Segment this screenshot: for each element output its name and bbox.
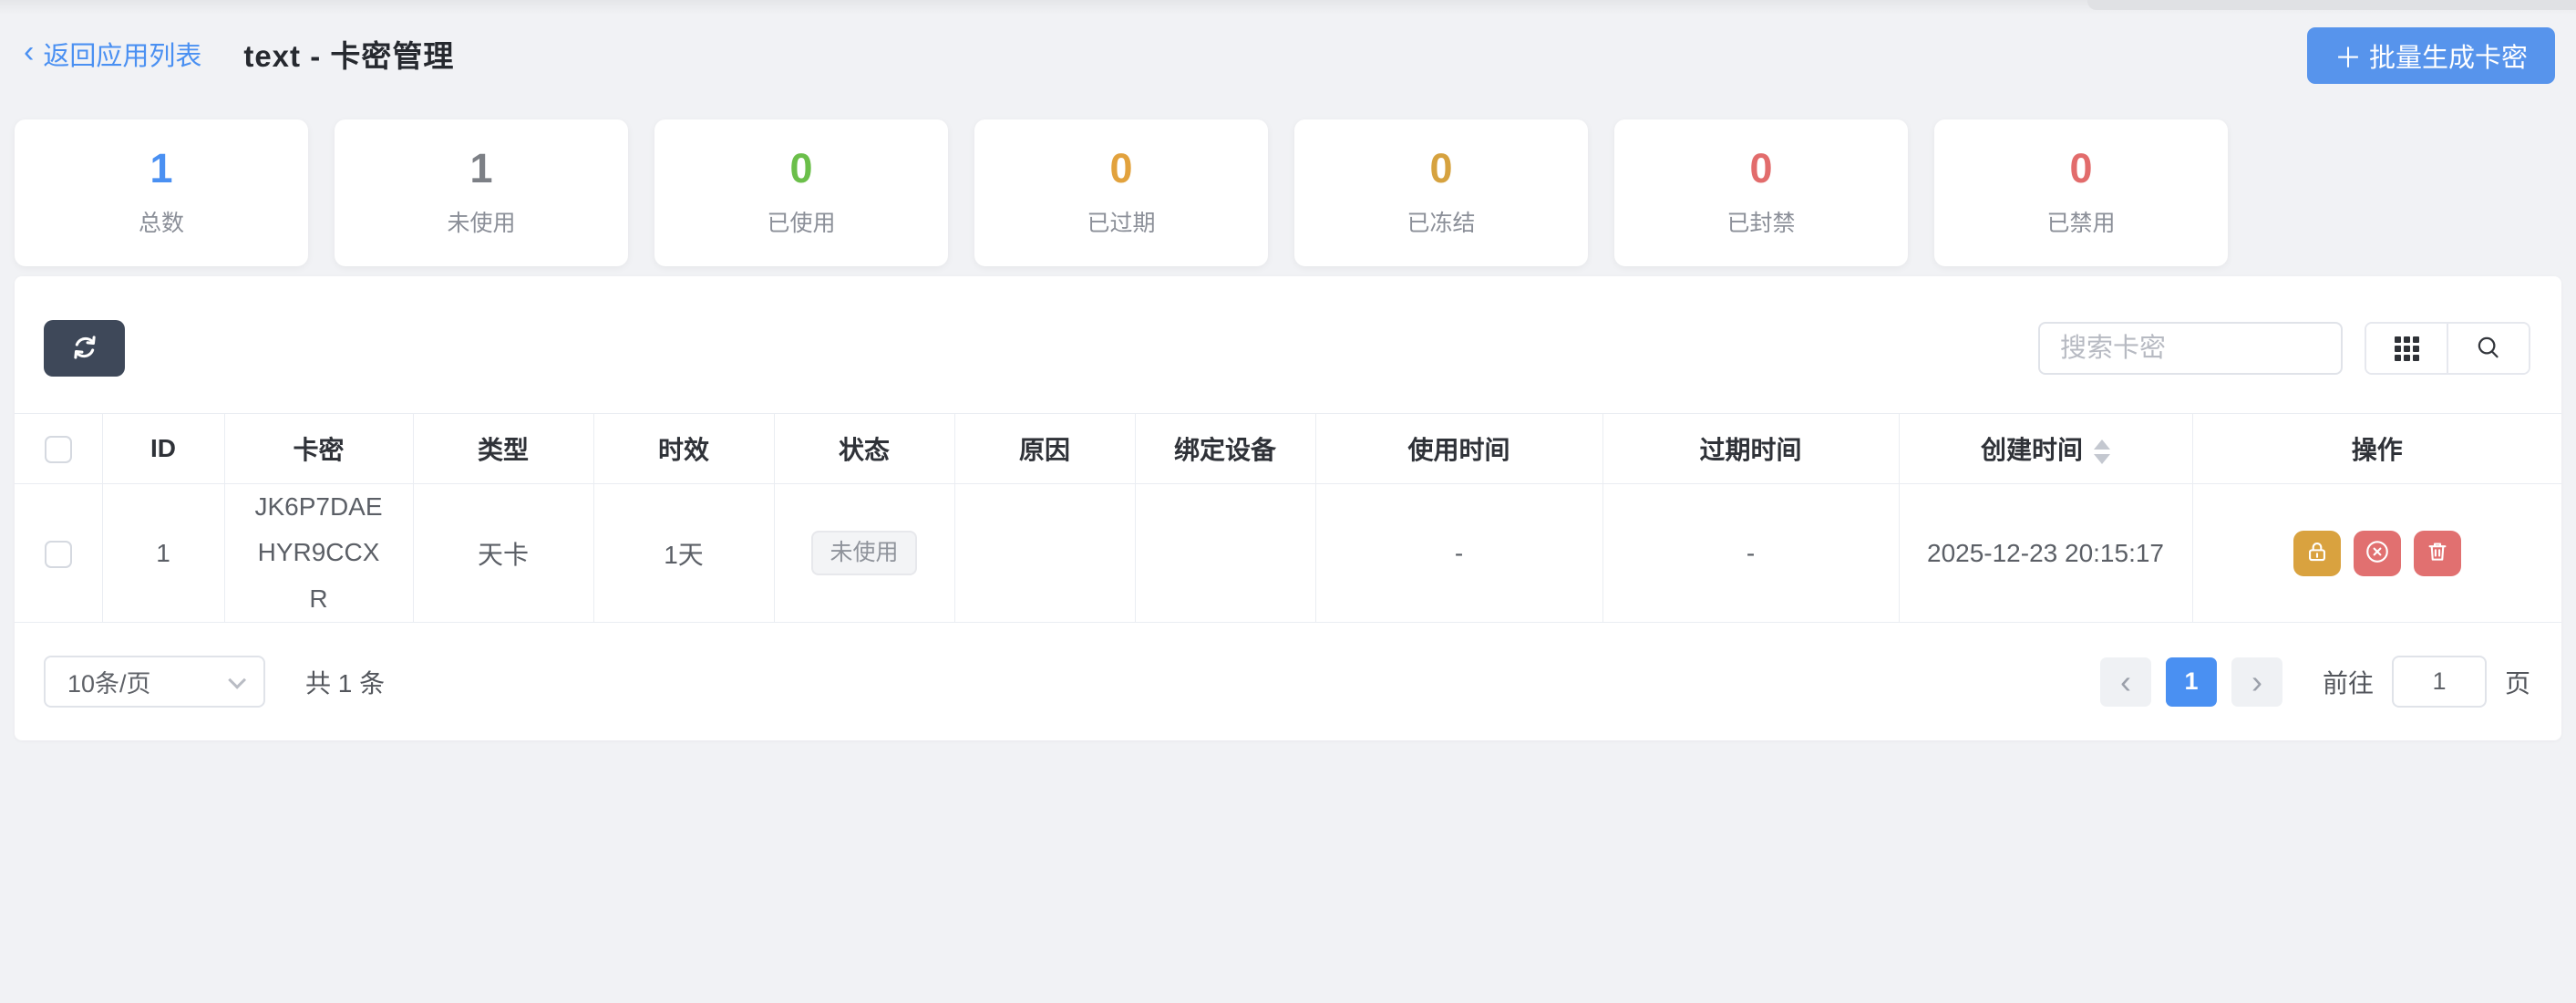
page-size-value: 10条/页 [67, 664, 151, 699]
next-page-button[interactable]: › [2231, 657, 2282, 707]
goto-page-group: 前往 页 [2323, 656, 2530, 708]
stat-label: 总数 [139, 205, 184, 238]
table-header-row: ID 卡密 类型 时效 状态 原因 绑定设备 使用时间 过期时间 创建时间 操作 [15, 414, 2561, 484]
stat-value: 0 [789, 148, 812, 189]
stat-card-banned: 0 已封禁 [1614, 119, 1908, 266]
sort-desc-icon[interactable] [2094, 454, 2110, 464]
trash-icon [2425, 539, 2450, 567]
cell-duration: 1天 [593, 484, 774, 623]
stat-value: 0 [1429, 148, 1452, 189]
batch-generate-label: 批量生成卡密 [2369, 36, 2528, 75]
status-badge: 未使用 [811, 531, 916, 575]
table-footer: 10条/页 共 1 条 ‹ 1 › 前往 页 [15, 623, 2561, 740]
header-cell-type: 类型 [413, 414, 593, 484]
refresh-icon [70, 333, 99, 365]
search-icon [2475, 334, 2502, 364]
back-link-label: 返回应用列表 [43, 35, 201, 73]
stat-card-total: 1 总数 [15, 119, 308, 266]
delete-button[interactable] [2414, 531, 2461, 576]
stat-value: 0 [1749, 148, 1772, 189]
cell-status: 未使用 [774, 484, 954, 623]
created-at-label: 创建时间 [1981, 436, 2083, 464]
pagination-controls: ‹ 1 › 前往 页 [2100, 656, 2530, 708]
stat-card-expired: 0 已过期 [974, 119, 1268, 266]
header-cell-duration: 时效 [593, 414, 774, 484]
header-cell-reason: 原因 [954, 414, 1135, 484]
cell-actions [2192, 484, 2561, 623]
header-cell-created-at[interactable]: 创建时间 [1899, 414, 2192, 484]
ban-button[interactable] [2354, 531, 2401, 576]
chevron-down-icon [228, 671, 246, 689]
cell-id: 1 [102, 484, 224, 623]
cell-device [1135, 484, 1315, 623]
column-settings-button[interactable] [2366, 324, 2447, 373]
sort-asc-icon[interactable] [2094, 439, 2110, 450]
stat-label: 已封禁 [1726, 205, 1795, 238]
cell-created-at: 2025-12-23 20:15:17 [1899, 484, 2192, 623]
stat-card-disabled: 0 已禁用 [1934, 119, 2228, 266]
batch-generate-button[interactable]: ＋ 批量生成卡密 [2307, 27, 2555, 84]
back-to-app-list-link[interactable]: ‹ 返回应用列表 [24, 35, 201, 73]
row-checkbox[interactable] [45, 541, 72, 568]
plus-icon: ＋ [2334, 36, 2362, 76]
cell-reason [954, 484, 1135, 623]
select-all-checkbox[interactable] [45, 436, 72, 463]
row-actions [2193, 531, 2562, 576]
stat-value: 1 [149, 148, 172, 189]
stat-card-unused: 1 未使用 [335, 119, 628, 266]
header-cell-device: 绑定设备 [1135, 414, 1315, 484]
freeze-button[interactable] [2293, 531, 2341, 576]
sort-carets[interactable] [2094, 439, 2110, 464]
header-cell-status: 状态 [774, 414, 954, 484]
stat-value: 0 [2069, 148, 2092, 189]
search-input[interactable] [2038, 322, 2343, 375]
page-size-select[interactable]: 10条/页 [44, 656, 265, 708]
header-cell-used-at: 使用时间 [1315, 414, 1602, 484]
cell-type: 天卡 [413, 484, 593, 623]
total-count-label: 共 1 条 [305, 664, 385, 700]
grid-icon [2395, 336, 2419, 361]
table-row: 1 JK6P7DAEHYR9CCXR 天卡 1天 未使用 - - 2025-12… [15, 484, 2561, 623]
cell-used-at: - [1315, 484, 1602, 623]
stat-label: 未使用 [447, 205, 515, 238]
card-keys-table: ID 卡密 类型 时效 状态 原因 绑定设备 使用时间 过期时间 创建时间 操作 [15, 413, 2561, 623]
header-cell-key: 卡密 [224, 414, 413, 484]
stat-label: 已冻结 [1406, 205, 1475, 238]
search-toggle-button[interactable] [2447, 324, 2529, 373]
toolbar-right-group [2038, 322, 2530, 375]
chevron-right-icon: › [2251, 666, 2262, 698]
stat-label: 已使用 [767, 205, 835, 238]
stat-value: 1 [469, 148, 492, 189]
goto-unit-label: 页 [2505, 664, 2530, 700]
header-cell-actions: 操作 [2192, 414, 2561, 484]
stat-label: 已过期 [1087, 205, 1155, 238]
header-cell-checkbox [15, 414, 102, 484]
table-toolbar [15, 276, 2561, 413]
goto-page-input[interactable] [2392, 656, 2487, 708]
table-panel: ID 卡密 类型 时效 状态 原因 绑定设备 使用时间 过期时间 创建时间 操作 [15, 276, 2561, 740]
stat-value: 0 [1109, 148, 1132, 189]
chevron-left-icon: ‹ [2120, 666, 2131, 698]
topbar: ‹ 返回应用列表 text - 卡密管理 ＋ 批量生成卡密 [0, 0, 2576, 108]
header-cell-id: ID [102, 414, 224, 484]
refresh-button[interactable] [44, 320, 125, 377]
view-search-button-group [2365, 322, 2530, 375]
page-number-button[interactable]: 1 [2166, 657, 2217, 707]
page-title: text - 卡密管理 [243, 32, 454, 76]
back-chevron-icon: ‹ [24, 36, 34, 67]
cell-expired-at: - [1602, 484, 1899, 623]
goto-label: 前往 [2323, 664, 2374, 700]
lock-icon [2304, 539, 2330, 567]
cell-key: JK6P7DAEHYR9CCXR [224, 484, 413, 623]
cell-checkbox [15, 484, 102, 623]
header-cell-expired-at: 过期时间 [1602, 414, 1899, 484]
prev-page-button[interactable]: ‹ [2100, 657, 2151, 707]
stat-label: 已禁用 [2046, 205, 2115, 238]
stats-row: 1 总数 1 未使用 0 已使用 0 已过期 0 已冻结 0 已封禁 0 已禁用 [15, 119, 2561, 266]
circle-x-icon [2364, 538, 2391, 568]
stat-card-frozen: 0 已冻结 [1294, 119, 1588, 266]
stat-card-used: 0 已使用 [654, 119, 948, 266]
